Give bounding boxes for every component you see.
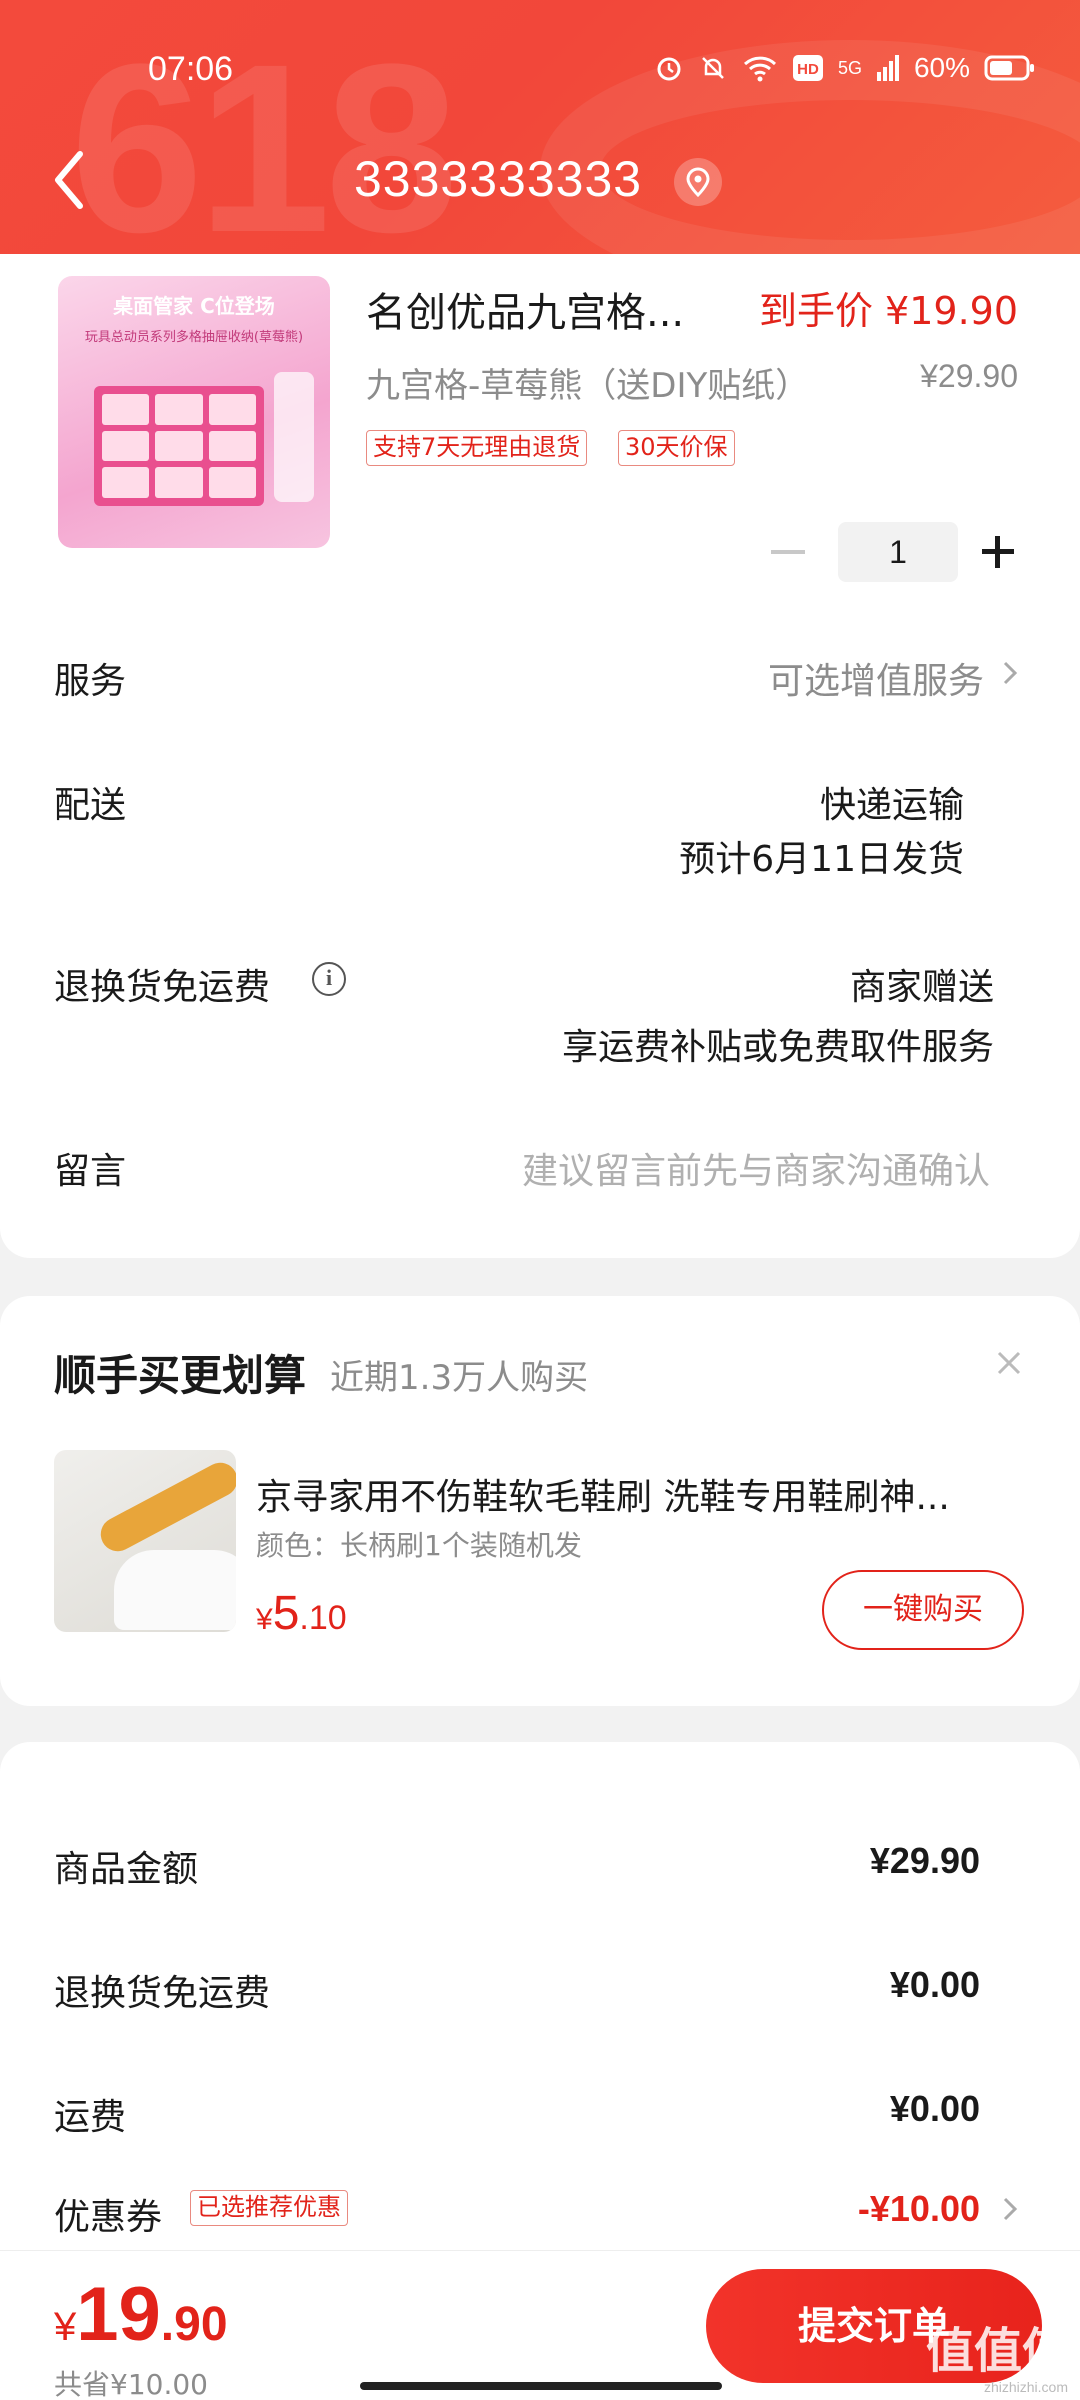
addon-product-name[interactable]: 京寻家用不伤鞋软毛鞋刷 洗鞋专用鞋刷神... — [256, 1468, 950, 1520]
location-pin-icon — [686, 167, 710, 197]
pen-holder-graphic — [274, 372, 314, 502]
one-click-buy-button[interactable]: 一键购买 — [822, 1570, 1024, 1650]
return-policy-tag: 支持7天无理由退货 — [366, 430, 588, 466]
addon-card: 顺手买更划算 近期1.3万人购买 京寻家用不伤鞋软毛鞋刷 洗鞋专用鞋刷神... … — [0, 1296, 1080, 1706]
decrease-button[interactable] — [758, 522, 818, 582]
back-button[interactable] — [50, 148, 110, 212]
addon-product-spec: 颜色：长柄刷1个装随机发 — [256, 1529, 582, 1562]
freight-label: 运费 — [54, 2097, 127, 2138]
return-freight-value: ¥0.00 — [889, 1964, 980, 2005]
total-currency: ¥ — [54, 2305, 77, 2349]
quantity-stepper: 1 — [758, 522, 1018, 582]
header: 618 07:06 HD 5G 60% 3333333333 — [0, 0, 1080, 254]
freight-value: ¥0.00 — [889, 2088, 980, 2129]
brush-handle-graphic — [94, 1456, 236, 1558]
coupon-value[interactable]: -¥10.00 — [858, 2188, 980, 2230]
minus-icon — [771, 550, 805, 554]
total-decimal: .90 — [160, 2298, 228, 2351]
increase-button[interactable] — [978, 532, 1018, 572]
delivery-method[interactable]: 快递运输 — [820, 776, 964, 828]
signal-icon — [876, 55, 899, 81]
location-button[interactable] — [674, 158, 722, 206]
total-integer: 19 — [76, 2272, 161, 2357]
checkout-bar: ¥19.90 共省¥10.00 提交订单 值值值 zhizhizhi.com — [0, 2250, 1080, 2400]
svg-text:HD: HD — [797, 61, 819, 78]
close-icon[interactable] — [994, 1348, 1024, 1378]
quantity-input[interactable]: 1 — [838, 522, 958, 582]
addon-subtitle: 近期1.3万人购买 — [330, 1358, 589, 1398]
addon-price: ¥5.10 — [256, 1586, 347, 1641]
price-integer: 5 — [272, 1587, 300, 1640]
price-decimal: .10 — [299, 1599, 347, 1637]
wifi-icon — [743, 56, 776, 82]
coupon-tag: 已选推荐优惠 — [190, 2190, 348, 2226]
delivery-date: 预计6月11日发货 — [679, 839, 964, 880]
info-icon[interactable]: i — [312, 962, 346, 996]
final-price: 到手价 ¥19.90 — [758, 289, 1018, 333]
delivery-label: 配送 — [54, 785, 127, 826]
status-time: 07:06 — [148, 50, 234, 88]
price-protect-tag: 30天价保 — [618, 430, 735, 466]
hd-icon: HD — [792, 55, 823, 81]
summary-card: 商品金额 ¥29.90 退换货免运费 ¥0.00 运费 ¥0.00 优惠券 已选… — [0, 1742, 1080, 2262]
service-value[interactable]: 可选增值服务 — [768, 652, 984, 704]
coupon-chevron-icon[interactable] — [1000, 2194, 1020, 2224]
chevron-right-icon[interactable] — [1000, 658, 1020, 688]
coupon-label: 优惠券 — [54, 2197, 163, 2238]
drawer-box-graphic — [94, 386, 264, 506]
network-type: 5G — [837, 57, 862, 78]
status-bar: 07:06 HD 5G 60% — [0, 0, 1080, 140]
goods-amount-label: 商品金额 — [54, 1849, 199, 1890]
total-price: ¥19.90 — [54, 2271, 228, 2358]
currency-symbol: ¥ — [256, 1603, 273, 1636]
product-image-banner: 桌面管家 C位登场 — [113, 294, 275, 318]
alarm-icon — [657, 57, 681, 81]
addon-product-image[interactable] — [54, 1450, 236, 1632]
watermark-sub: zhizhizhi.com — [983, 2379, 1068, 2395]
message-input[interactable]: 建议留言前先与商家沟通确认 — [522, 1142, 990, 1194]
return-freight-label: 退换货免运费 — [54, 1973, 271, 2014]
status-icons: HD 5G 60% — [654, 52, 1036, 84]
home-indicator[interactable] — [360, 2382, 722, 2390]
product-card: 桌面管家 C位登场 玩具总动员系列多格抽屉收纳(草莓熊) 名创优品九宫格... … — [0, 254, 1080, 1258]
shoe-graphic — [114, 1550, 236, 1630]
return-value: 商家赠送 — [849, 967, 994, 1008]
watermark: 值值值 — [925, 2323, 1070, 2379]
message-label: 留言 — [54, 1151, 127, 1192]
service-label: 服务 — [54, 661, 127, 702]
product-image[interactable]: 桌面管家 C位登场 玩具总动员系列多格抽屉收纳(草莓熊) — [58, 276, 330, 548]
original-price: ¥29.90 — [920, 358, 1018, 394]
addon-title: 顺手买更划算 — [54, 1351, 307, 1400]
product-spec[interactable]: 九宫格-草莓熊（送DIY贴纸） — [366, 358, 809, 407]
back-arrow-icon — [55, 151, 83, 209]
battery-icon — [984, 55, 1034, 81]
return-description: 享运费补贴或免费取件服务 — [561, 1027, 994, 1068]
saved-amount: 共省¥10.00 — [54, 2368, 208, 2400]
product-name[interactable]: 名创优品九宫格... — [366, 280, 684, 338]
goods-amount-value: ¥29.90 — [869, 1840, 980, 1881]
product-image-subtext: 玩具总动员系列多格抽屉收纳(草莓熊) — [84, 330, 304, 345]
silent-bell-icon — [702, 57, 724, 79]
return-label: 退换货免运费 — [54, 967, 271, 1008]
address-title[interactable]: 3333333333 — [354, 150, 642, 208]
battery-percent: 60% — [913, 52, 970, 83]
